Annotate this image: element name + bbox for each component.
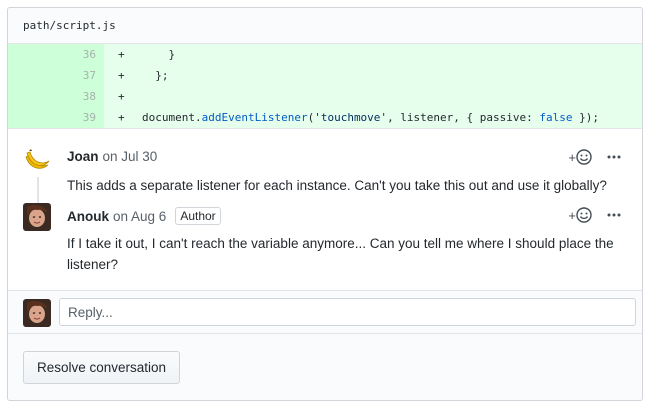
diff-gutter <box>8 44 57 65</box>
code-token: }); <box>572 111 600 124</box>
kebab-horizontal-icon <box>607 213 621 217</box>
diff-gutter <box>8 107 57 128</box>
resolve-area: Resolve conversation <box>8 334 642 400</box>
smiley-icon <box>576 207 592 223</box>
comment-author[interactable]: Anouk <box>67 209 109 224</box>
comment-thread: Joan on Jul 30 + This adds a separate li… <box>8 129 642 275</box>
user-photo-icon <box>23 299 51 327</box>
more-options-button[interactable] <box>606 207 622 223</box>
comment-meta: Anouk on Aug 6 Author <box>67 207 221 225</box>
smiley-icon <box>576 149 592 165</box>
comment-meta: Joan on Jul 30 <box>67 149 157 164</box>
comment-author[interactable]: Joan <box>67 149 99 164</box>
diff-add-marker: + <box>118 48 125 61</box>
review-thread-card: path/script.js 36 + } 37 + }; 38 + 39 + … <box>7 7 643 401</box>
kebab-horizontal-icon <box>607 155 621 159</box>
diff-add-marker: + <box>118 90 125 103</box>
code-function-token: addEventListener <box>201 111 308 124</box>
diff-add-marker: + <box>118 69 125 82</box>
more-options-button[interactable] <box>606 149 622 165</box>
diff-line: 38 + <box>8 86 642 107</box>
line-number[interactable]: 38 <box>57 86 104 107</box>
plus-label: + <box>568 149 576 165</box>
add-reaction-button[interactable]: + <box>568 207 592 223</box>
line-number[interactable]: 37 <box>57 65 104 86</box>
diff-line: 39 + document.addEventListener('touchmov… <box>8 107 642 128</box>
file-path-header: path/script.js <box>8 8 642 44</box>
code-line: } <box>142 48 176 61</box>
code-line: document.addEventListener('touchmove', l… <box>136 111 599 124</box>
diff-line: 36 + } <box>8 44 642 65</box>
code-token: document. <box>142 111 202 124</box>
plus-label: + <box>568 207 576 223</box>
comment-timestamp[interactable]: on Aug 6 <box>113 209 166 224</box>
line-number[interactable]: 39 <box>57 107 104 128</box>
add-reaction-button[interactable]: + <box>568 149 592 165</box>
banana-avatar-icon <box>23 145 51 173</box>
resolve-conversation-button[interactable]: Resolve conversation <box>23 351 181 384</box>
reply-input[interactable] <box>59 298 636 326</box>
user-photo-icon <box>23 203 51 231</box>
comment-item: Joan on Jul 30 + This adds a separate li… <box>8 141 642 207</box>
avatar-anouk[interactable] <box>23 203 51 231</box>
comment-body: If I take it out, I can't reach the vari… <box>67 236 614 272</box>
comment-item: Anouk on Aug 6 Author + If I take it out… <box>8 193 642 275</box>
code-keyword-token: false <box>539 111 573 124</box>
comment-actions: + <box>568 149 622 165</box>
diff-line: 37 + }; <box>8 65 642 86</box>
avatar-joan[interactable] <box>23 145 51 173</box>
line-number[interactable]: 36 <box>57 44 104 65</box>
diff-gutter <box>8 86 57 107</box>
comment-actions: + <box>568 207 622 223</box>
comment-timestamp[interactable]: on Jul 30 <box>103 149 158 164</box>
diff-gutter <box>8 65 57 86</box>
code-line: }; <box>142 69 169 82</box>
file-path[interactable]: path/script.js <box>23 19 116 32</box>
code-token: , listener, { passive: <box>387 111 540 124</box>
diff-block: 36 + } 37 + }; 38 + 39 + document.addEve… <box>8 44 642 129</box>
code-string-token: 'touchmove' <box>314 111 388 124</box>
avatar-current-user <box>23 299 51 327</box>
diff-add-marker: + <box>118 111 125 124</box>
reply-row <box>8 290 642 334</box>
author-badge: Author <box>175 207 221 225</box>
